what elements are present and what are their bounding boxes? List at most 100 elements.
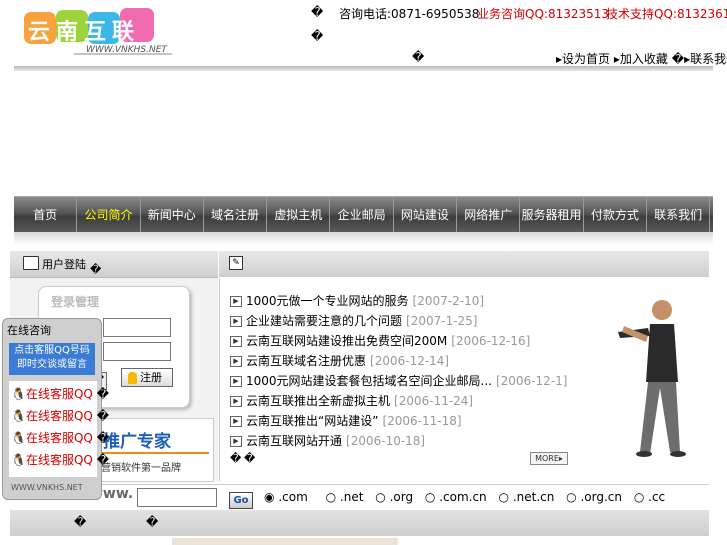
promo-banner[interactable]: 推广专家 营销软件第一品牌 — [96, 418, 214, 482]
radio-net[interactable]: ○ .net — [326, 490, 364, 504]
arrow-icon: ▶ — [230, 356, 242, 367]
domain-input[interactable] — [137, 488, 217, 507]
nav-item-webdesign[interactable]: 网站建设 — [394, 197, 458, 233]
bottom-glyph-1: � — [74, 515, 87, 529]
link-contact[interactable]: 联系我们 — [690, 52, 727, 66]
nav-item-hosting[interactable]: 虚拟主机 — [267, 197, 331, 233]
nav-item-promotion[interactable]: 网络推广 — [457, 197, 521, 233]
radio-orgcn[interactable]: ○ .org.cn — [566, 490, 622, 504]
qq-support-number: QQ:81323613 — [654, 7, 727, 21]
arrow-icon: ▶ — [230, 416, 242, 427]
login-panel-title: 用户登陆 — [42, 258, 86, 271]
qq-business-label: 业务咨询 — [477, 7, 526, 21]
go-button[interactable]: Go — [229, 492, 253, 509]
news-title[interactable]: 企业建站需要注意的几个问题 — [246, 314, 402, 328]
radio-label: .net — [339, 490, 364, 504]
radio-label: .cc — [648, 490, 666, 504]
link-homepage[interactable]: 设为首页 — [562, 52, 610, 66]
qq-item-label: 在线客服QQ — [25, 387, 93, 401]
arrow-icon: ▶ — [230, 336, 242, 347]
qq-item[interactable]: 🐧在线客服QQ � — [11, 407, 109, 424]
password-input[interactable] — [103, 342, 171, 361]
promo-divider — [101, 452, 209, 454]
qq-penguin-icon: 🐧 — [11, 387, 26, 401]
domain-ext-group: ◉ .com ○ .net ○ .org ○ .com.cn ○ .net.cn… — [264, 490, 665, 504]
nav-item-server[interactable]: 服务器租用 — [520, 197, 584, 233]
go-label: Go — [233, 495, 249, 506]
edit-icon: ✎ — [229, 256, 243, 270]
qq-list: 🐧在线客服QQ � 🐧在线客服QQ � 🐧在线客服QQ � 🐧在线客服QQ � — [9, 381, 109, 477]
news-item[interactable]: ▶ 云南互联推出“网站建设” [2006-11-18] — [230, 412, 462, 430]
news-title[interactable]: 1000元做一个专业网站的服务 — [246, 294, 409, 308]
news-item[interactable]: ▶ 云南互联网站建设推出免费空间200M [2006-12-16] — [230, 332, 530, 350]
qq-widget-notice: 点击客服QQ号码即时交谈或留言 — [9, 343, 95, 375]
arrow-icon: ▶ — [230, 316, 242, 327]
qq-support-label: 技术支持 — [606, 7, 655, 21]
nav-item-about[interactable]: 公司简介 — [77, 197, 141, 233]
register-label: 注册 — [140, 371, 162, 384]
qq-item[interactable]: 🐧在线客服QQ � — [11, 429, 109, 446]
radio-label: .com — [278, 490, 308, 504]
radio-com[interactable]: ◉ .com — [264, 490, 308, 504]
header-glyph-2: � — [311, 29, 324, 43]
qq-item-label: 在线客服QQ — [25, 431, 93, 445]
site-logo[interactable]: 云南互联 WWW.VNKHS.NET — [22, 6, 174, 60]
news-item[interactable]: ▶ 云南互联推出全新虚拟主机 [2006-11-24] — [230, 392, 473, 410]
register-button[interactable]: 注册 — [121, 368, 173, 387]
radio-unchecked-icon: ○ — [566, 490, 577, 504]
news-date: [2006-11-18] — [382, 414, 462, 428]
banner-area — [14, 71, 713, 192]
news-item[interactable]: ▶ 1000元网站建设套餐包括域名空间企业邮局... [2006-12-1] — [230, 372, 567, 390]
news-date: [2006-11-24] — [394, 394, 474, 408]
news-item[interactable]: ▶ 云南互联域名注册优惠 [2006-12-14] — [230, 352, 449, 370]
qq-item[interactable]: 🐧在线客服QQ � — [11, 451, 109, 468]
username-input[interactable] — [103, 318, 171, 337]
news-title[interactable]: 云南互联网站开通 — [246, 434, 342, 448]
link-bookmark[interactable]: 加入收藏 — [620, 52, 668, 66]
qq-penguin-icon: 🐧 — [11, 431, 26, 445]
news-title[interactable]: 1000元网站建设套餐包括域名空间企业邮局... — [246, 374, 492, 388]
nav-item-mail[interactable]: 企业邮局 — [330, 197, 394, 233]
qq-item-glyph: � — [96, 409, 109, 423]
qq-item-glyph: � — [96, 453, 109, 467]
more-label: MORE — [535, 454, 559, 463]
header-glyph-3: � — [412, 50, 425, 64]
radio-cc[interactable]: ○ .cc — [634, 490, 665, 504]
news-title[interactable]: 云南互联网站建设推出免费空间200M — [246, 334, 447, 348]
qq-online-widget: 在线咨询 点击客服QQ号码即时交谈或留言 🐧在线客服QQ � 🐧在线客服QQ �… — [2, 318, 109, 500]
news-item[interactable]: ▶ 云南互联网站开通 [2006-10-18] — [230, 432, 425, 450]
qq-widget-footer: WWW.VNKHS.NET — [11, 483, 83, 492]
promo-subtitle: 营销软件第一品牌 — [101, 463, 181, 474]
news-item[interactable]: ▶ 1000元做一个专业网站的服务 [2007-2-10] — [230, 292, 484, 310]
radio-comcn[interactable]: ○ .com.cn — [425, 490, 487, 504]
radio-unchecked-icon: ○ — [633, 490, 645, 504]
nav-item-contact[interactable]: 联系我们 — [647, 197, 711, 233]
radio-label: .com.cn — [439, 490, 487, 504]
more-button[interactable]: MORE▸ — [530, 452, 568, 465]
radio-label: .org — [389, 490, 414, 504]
radio-netcn[interactable]: ○ .net.cn — [499, 490, 555, 504]
nav-item-domain[interactable]: 域名注册 — [204, 197, 268, 233]
bottom-glyph-2: � — [146, 515, 159, 529]
qq-item-glyph: � — [96, 431, 109, 445]
news-footer-glyph-1: � — [230, 452, 242, 465]
qq-support[interactable]: 技术支持QQ:81323613 — [606, 5, 727, 22]
news-title[interactable]: 云南互联推出全新虚拟主机 — [246, 394, 390, 408]
footer-strip — [172, 538, 398, 545]
nav-item-payment[interactable]: 付款方式 — [584, 197, 647, 233]
news-title[interactable]: 云南互联推出“网站建设” — [246, 414, 378, 428]
qq-item[interactable]: 🐧在线客服QQ � — [11, 385, 109, 402]
nav-item-home[interactable]: 首页 — [14, 197, 78, 233]
arrow-icon: ▶ — [230, 296, 242, 307]
news-item[interactable]: ▶ 企业建站需要注意的几个问题 [2007-1-25] — [230, 312, 477, 330]
qq-business[interactable]: 业务咨询QQ:81323513 — [477, 5, 609, 22]
news-footer-glyph-2: � — [244, 452, 256, 465]
news-title[interactable]: 云南互联域名注册优惠 — [246, 354, 366, 368]
nav-shadow — [14, 232, 713, 244]
arrow-icon: ▶ — [230, 436, 242, 447]
book-icon — [23, 256, 39, 270]
nav-item-news[interactable]: 新闻中心 — [141, 197, 204, 233]
radio-org[interactable]: ○ .org — [375, 490, 413, 504]
phone-info: 咨询电话:0871-6950538 — [339, 5, 479, 22]
news-date: [2006-12-16] — [451, 334, 531, 348]
